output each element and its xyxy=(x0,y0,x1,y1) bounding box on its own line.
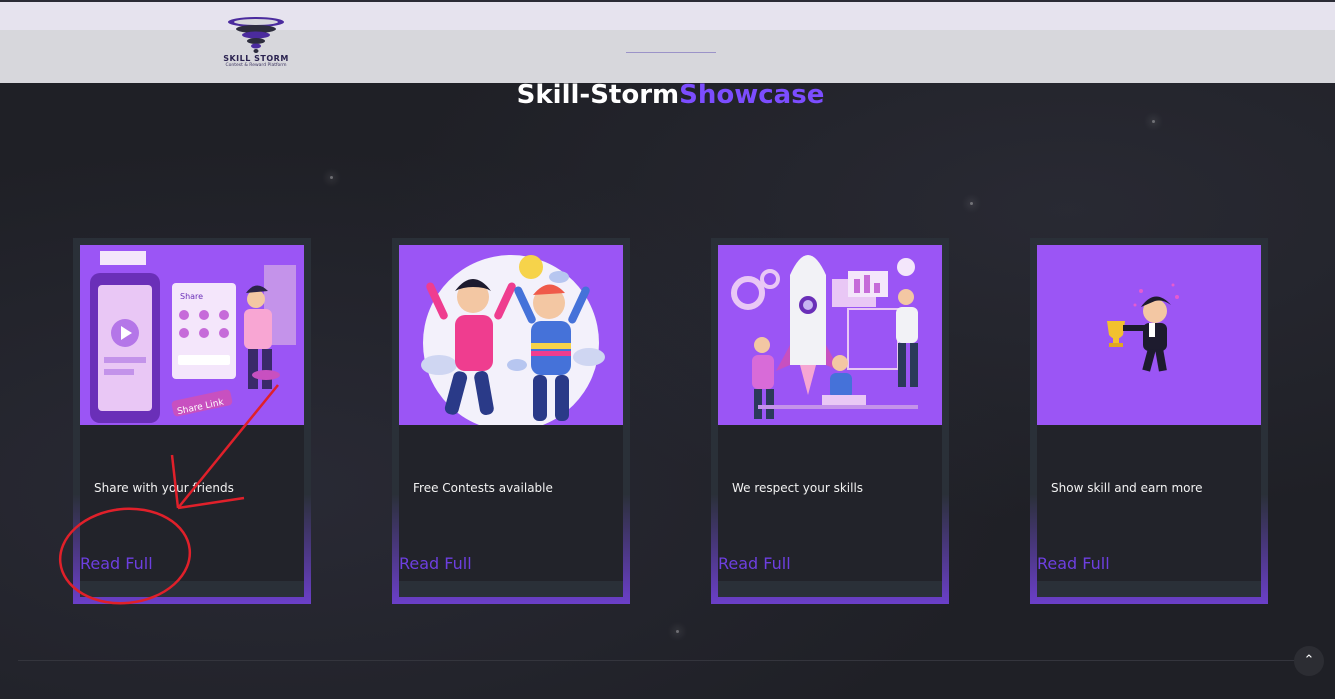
card-description: Share with your friends xyxy=(94,481,234,495)
card-body: We respect your skills Read Full xyxy=(718,245,942,597)
card-description: We respect your skills xyxy=(732,481,864,495)
chevron-up-icon: ⌃ xyxy=(1303,653,1315,668)
logo-subtitle: Contest & Reward Platform xyxy=(225,63,287,68)
card-footer-bar xyxy=(718,581,942,597)
read-full-link[interactable]: Read Full xyxy=(1037,554,1110,573)
svg-text:Share: Share xyxy=(180,292,203,301)
card-body: Share Share Link Share with your friends… xyxy=(80,245,304,597)
card-body: Free Contests available Read Full xyxy=(399,245,623,597)
card-body: Show skill and earn more Read Full xyxy=(1037,245,1261,597)
sparkle xyxy=(1152,120,1155,123)
card-description: Show skill and earn more xyxy=(1051,481,1203,495)
celebrating-friends-illustration xyxy=(399,245,623,425)
share-link-illustration: Share Share Link xyxy=(80,245,304,425)
showcase-card: Free Contests available Read Full xyxy=(392,238,630,604)
read-full-link[interactable]: Read Full xyxy=(80,554,153,573)
logo[interactable]: SKILL STORM Contest & Reward Platform xyxy=(208,16,304,74)
showcase-card: We respect your skills Read Full xyxy=(711,238,949,604)
card-footer-bar xyxy=(1037,581,1261,597)
sparkle xyxy=(970,202,973,205)
title-main: Skill-Storm xyxy=(516,80,680,110)
read-full-link[interactable]: Read Full xyxy=(399,554,472,573)
top-navbar: SKILL STORM Contest & Reward Platform xyxy=(0,0,1335,83)
read-full-link[interactable]: Read Full xyxy=(718,554,791,573)
nav-active-indicator xyxy=(626,52,716,53)
footer-divider xyxy=(18,660,1318,661)
showcase-card: Show skill and earn more Read Full xyxy=(1030,238,1268,604)
sparkle xyxy=(330,176,333,179)
card-footer-bar xyxy=(399,581,623,597)
rocket-team-illustration xyxy=(718,245,942,425)
title-accent: Showcase xyxy=(679,80,825,110)
logo-title: SKILL STORM xyxy=(223,54,289,63)
showcase-card: Share Share Link Share with your friends… xyxy=(73,238,311,604)
scroll-to-top-button[interactable]: ⌃ xyxy=(1294,646,1324,676)
sparkle xyxy=(676,630,679,633)
trophy-winner-illustration xyxy=(1037,245,1261,425)
card-footer-bar xyxy=(80,581,304,597)
card-description: Free Contests available xyxy=(413,481,553,495)
tornado-logo-icon xyxy=(228,17,284,53)
section-title: Skill-StormShowcase xyxy=(0,80,1335,110)
